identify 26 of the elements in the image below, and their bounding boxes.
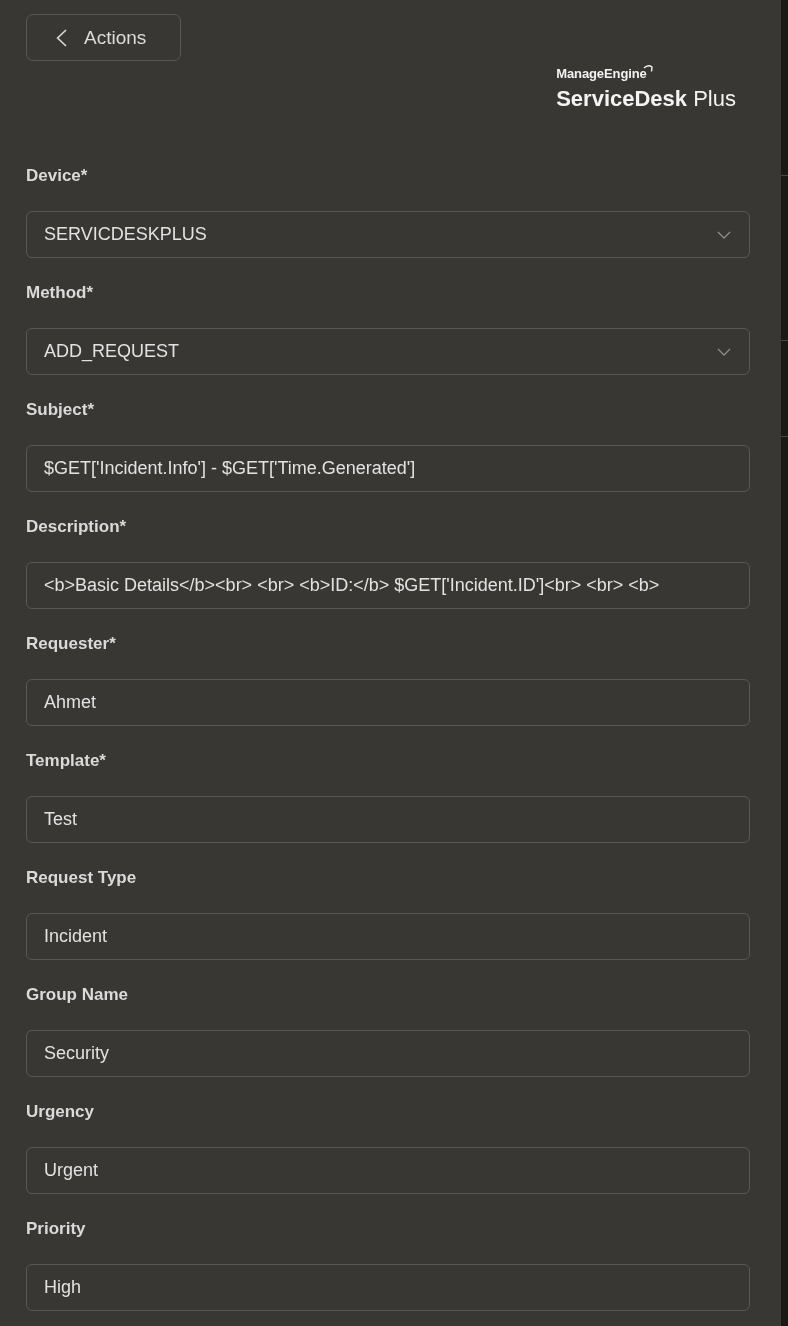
field-label: Requester* <box>26 633 116 655</box>
field-label: Group Name <box>26 984 129 1006</box>
text-field[interactable]: $GET['Incident.Info'] - $GET['Time.Generated'] <box>26 445 750 492</box>
field-label: Method* <box>26 282 94 304</box>
field-label: Description* <box>26 516 127 538</box>
text-field[interactable]: Urgent <box>26 1147 750 1194</box>
dropdown-field[interactable]: ADD_REQUEST <box>26 328 750 375</box>
dropdown-field[interactable]: SERVICDESKPLUS <box>26 211 750 258</box>
field-label: Subject* <box>26 399 95 421</box>
chevron-down-icon <box>717 230 731 239</box>
text-field[interactable]: High <box>26 1264 750 1311</box>
chevron-down-icon <box>717 347 731 356</box>
field-label: Request Type <box>26 867 137 889</box>
text-field[interactable]: Incident <box>26 913 750 960</box>
back-button[interactable]: Actions <box>26 14 181 61</box>
brand-name: ManageEngine <box>556 66 647 81</box>
field-label: Urgency <box>26 1101 95 1123</box>
chevron-left-icon <box>56 28 67 47</box>
product-name: ServiceDesk Plus <box>556 86 736 112</box>
field-label: Template* <box>26 750 106 772</box>
text-field[interactable]: Security <box>26 1030 750 1077</box>
text-field[interactable]: Test <box>26 796 750 843</box>
text-field[interactable]: <b>Basic Details</b><br> <br> <b>ID:</b> $GET['Incident.ID']<br> <br> <b> <box>26 562 750 609</box>
text-field[interactable]: Ahmet <box>26 679 750 726</box>
field-label: Device* <box>26 165 88 187</box>
field-label: Priority <box>26 1218 86 1240</box>
